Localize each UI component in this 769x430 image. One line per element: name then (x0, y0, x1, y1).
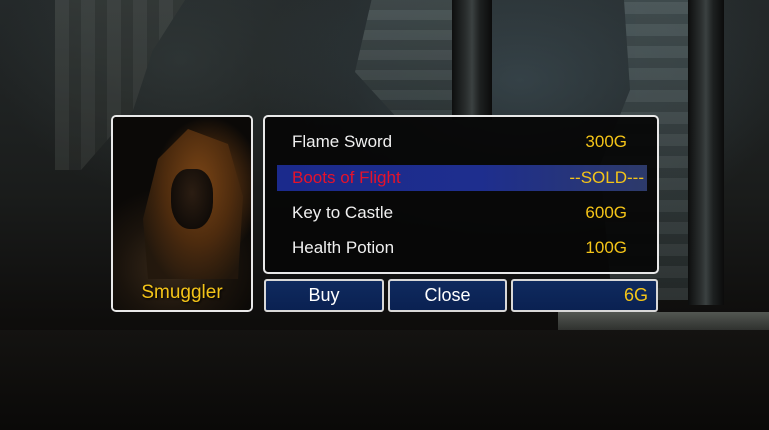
item-name: Key to Castle (292, 203, 394, 222)
background-stone-wall-middle (355, 0, 465, 120)
item-name: Health Potion (292, 238, 395, 257)
close-button[interactable]: Close (388, 279, 507, 312)
game-scene: Smuggler Flame Sword 300G Boots of Fligh… (0, 0, 769, 430)
item-price: 100G (585, 238, 627, 257)
item-name: Flame Sword (292, 132, 393, 151)
shop-item-row-selected[interactable]: Boots of Flight --SOLD--- (277, 165, 647, 191)
background-pillar (452, 0, 492, 120)
merchant-name: Smuggler (141, 282, 223, 303)
item-price: 300G (585, 132, 627, 151)
shop-item-row[interactable]: Key to Castle 600G (277, 200, 647, 226)
background-pillar (688, 0, 724, 305)
background-floor (0, 330, 769, 430)
background-stone-ledge (558, 312, 769, 332)
merchant-portrait-panel: Smuggler (111, 115, 253, 312)
item-sold-status: --SOLD--- (569, 168, 644, 187)
item-price: 600G (585, 203, 627, 222)
shop-item-row[interactable]: Health Potion 100G (277, 235, 647, 261)
buy-button[interactable]: Buy (264, 279, 384, 312)
hood-shadow-face (171, 169, 213, 229)
item-name: Boots of Flight (292, 168, 401, 187)
player-gold-display: 6G (511, 279, 658, 312)
shop-item-row[interactable]: Flame Sword 300G (277, 129, 647, 155)
shop-item-list: Flame Sword 300G Boots of Flight --SOLD-… (263, 115, 659, 274)
